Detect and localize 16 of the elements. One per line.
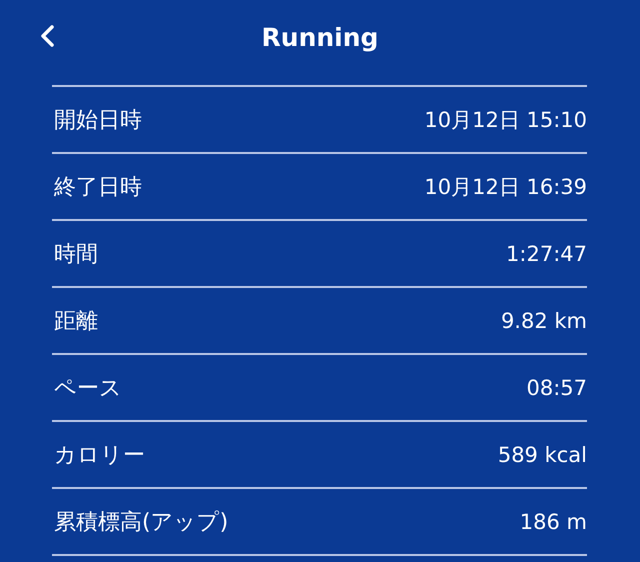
row-value: 589 kcal: [498, 442, 587, 466]
row-label: カロリー: [53, 442, 145, 470]
row-label: 終了日時: [53, 174, 142, 202]
row-value: 1:27:47: [506, 242, 587, 266]
row-label: 距離: [53, 308, 98, 336]
screen-title: Running: [262, 22, 378, 52]
row-value: 10月12日 15:10: [424, 106, 587, 134]
row-label: 開始日時: [53, 106, 142, 134]
row-value: 10月12日 16:39: [424, 174, 587, 200]
row-label: 累積標高(アップ): [53, 508, 228, 536]
row-value: 08:57: [526, 376, 587, 400]
row-label: 時間: [53, 240, 98, 268]
row-value: 186 m: [520, 510, 587, 534]
row-label: ペース: [53, 374, 122, 402]
back-chevron-icon: [39, 24, 55, 48]
row-value: 9.82 km: [500, 308, 587, 332]
